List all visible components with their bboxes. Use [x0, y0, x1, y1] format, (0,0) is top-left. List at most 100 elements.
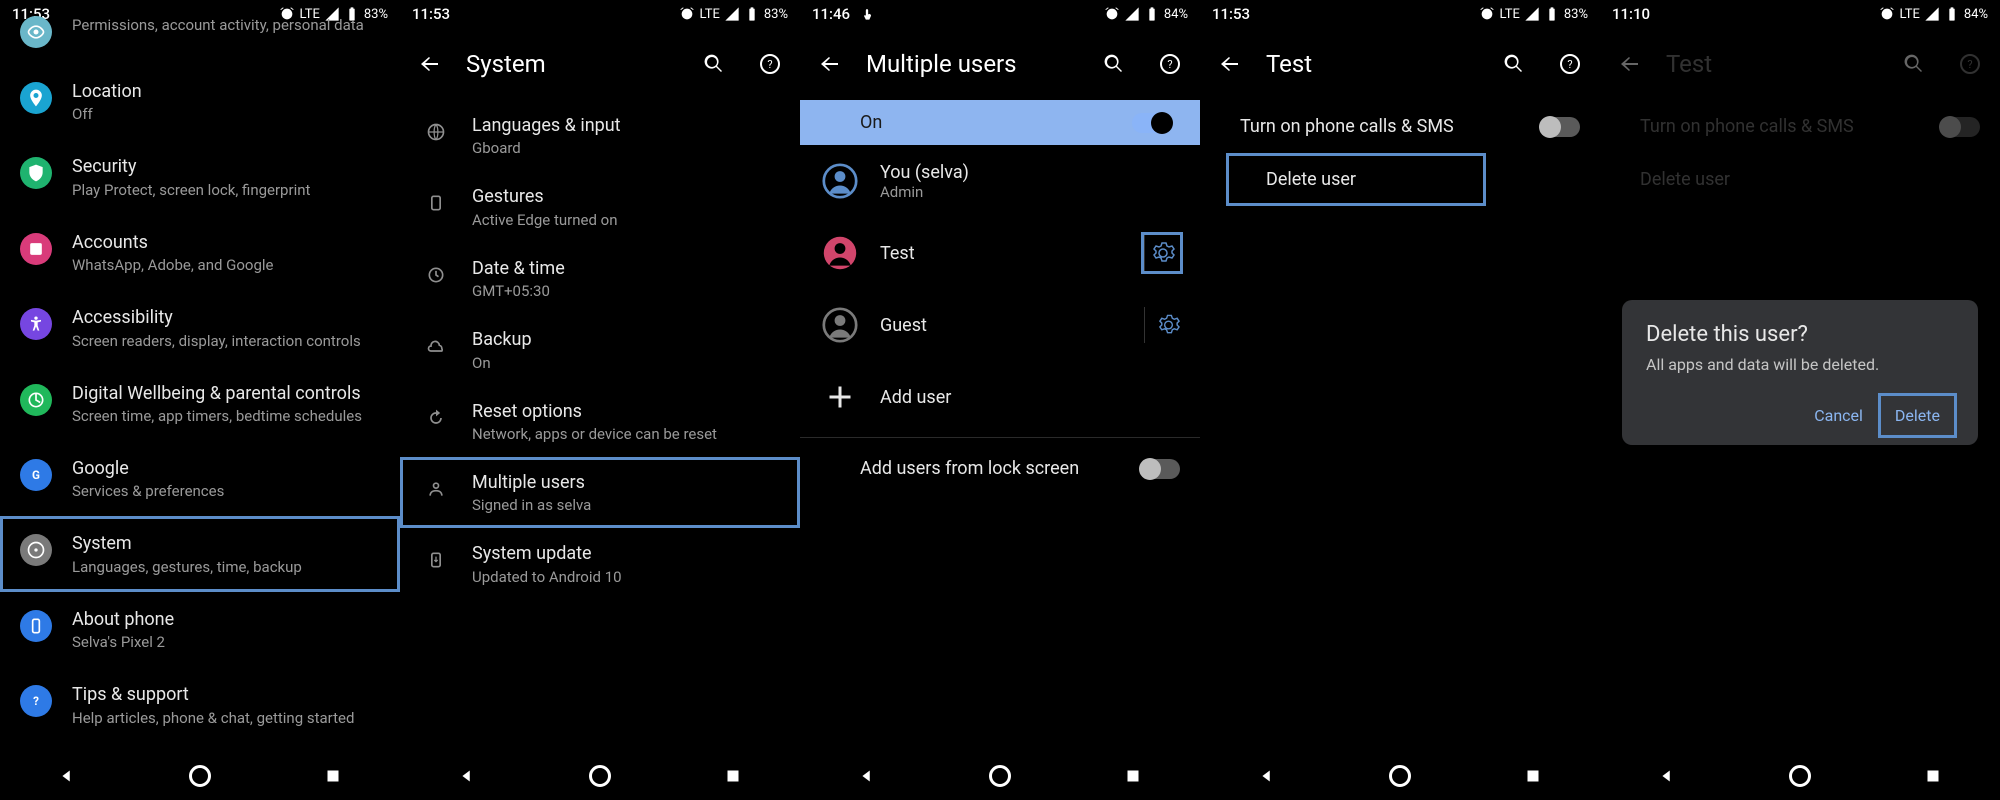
system-item-multiple-users[interactable]: Multiple usersSigned in as selva [400, 457, 800, 528]
nav-home-icon[interactable] [189, 765, 211, 787]
phone-sms-switch [1940, 117, 1980, 137]
settings-item-security[interactable]: SecurityPlay Protect, screen lock, finge… [0, 139, 400, 214]
users-content: On You (selva)Admin Test Guest Add user … [800, 100, 1200, 752]
screen-user-test: 11:53 LTE 83% Test ? Turn on phone calls… [1200, 0, 1600, 800]
search-button[interactable] [1094, 44, 1134, 84]
status-indicators: 84% [1104, 6, 1188, 22]
dialog-title: Delete this user? [1646, 322, 1954, 347]
battery-icon [1144, 6, 1160, 22]
nav-home-icon[interactable] [589, 765, 611, 787]
nav-recent-icon[interactable] [1122, 765, 1144, 787]
add-from-lock-toggle[interactable]: Add users from lock screen [800, 442, 1200, 495]
phone-icon [20, 610, 52, 642]
system-item-backup[interactable]: BackupOn [400, 314, 800, 385]
back-button[interactable] [810, 44, 850, 84]
nav-home-icon[interactable] [1389, 765, 1411, 787]
divider [800, 437, 1200, 438]
gestures-icon [420, 187, 452, 219]
nav-back-icon[interactable] [456, 765, 478, 787]
settings-item-accessibility[interactable]: AccessibilityScreen readers, display, in… [0, 290, 400, 365]
app-bar: Multiple users ? [800, 28, 1200, 100]
phone-sms-switch[interactable] [1540, 117, 1580, 137]
cancel-button[interactable]: Cancel [1800, 396, 1877, 435]
page-title: Test [1266, 50, 1478, 78]
settings-item-google[interactable]: G GoogleServices & preferences [0, 441, 400, 516]
nav-back-icon[interactable] [856, 765, 878, 787]
search-button[interactable] [694, 44, 734, 84]
screen-system: 11:53 LTE 83% System ? Languages & input… [400, 0, 800, 800]
battery-icon [1544, 6, 1560, 22]
phone-sms-toggle[interactable]: Turn on phone calls & SMS [1200, 100, 1600, 153]
user-settings-button[interactable] [1144, 307, 1180, 343]
nav-home-icon[interactable] [989, 765, 1011, 787]
help-button[interactable]: ? [750, 44, 790, 84]
system-item-datetime[interactable]: Date & timeGMT+05:30 [400, 243, 800, 314]
wellbeing-icon [20, 384, 52, 416]
nav-recent-icon[interactable] [1522, 765, 1544, 787]
nav-bar [1200, 752, 1600, 800]
user-item-guest[interactable]: Guest [800, 289, 1200, 361]
status-indicators: LTE 83% [1479, 6, 1588, 22]
nav-recent-icon[interactable] [322, 765, 344, 787]
svg-text:?: ? [1167, 58, 1172, 71]
system-list[interactable]: Languages & inputGboard GesturesActive E… [400, 100, 800, 752]
search-button[interactable] [1494, 44, 1534, 84]
screen-delete-dialog: 11:10 LTE 84% Test ? Turn on phone calls… [1600, 0, 2000, 800]
settings-item-accounts[interactable]: AccountsWhatsApp, Adobe, and Google [0, 215, 400, 290]
status-indicators: LTE 83% [679, 6, 788, 22]
settings-list[interactable]: Permissions, account activity, personal … [0, 0, 400, 752]
status-net: LTE [699, 7, 719, 22]
toggle-label: On [860, 112, 1132, 133]
lock-toggle-switch[interactable] [1140, 459, 1180, 479]
clock-icon [420, 259, 452, 291]
system-item-languages[interactable]: Languages & inputGboard [400, 100, 800, 171]
help-button[interactable]: ? [1950, 44, 1990, 84]
system-item-gestures[interactable]: GesturesActive Edge turned on [400, 171, 800, 242]
nav-recent-icon[interactable] [722, 765, 744, 787]
cloud-icon [420, 330, 452, 362]
multiple-users-toggle[interactable]: On [800, 100, 1200, 145]
back-button[interactable] [1210, 44, 1250, 84]
settings-item-about[interactable]: About phoneSelva's Pixel 2 [0, 592, 400, 667]
nav-home-icon[interactable] [1789, 765, 1811, 787]
nav-recent-icon[interactable] [1922, 765, 1944, 787]
delete-user-button[interactable]: Delete user [1226, 153, 1486, 206]
settings-item-tips[interactable]: ? Tips & supportHelp articles, phone & c… [0, 667, 400, 742]
touch-icon [860, 8, 874, 22]
settings-item-system[interactable]: SystemLanguages, gestures, time, backup [0, 516, 400, 591]
status-indicators: LTE 84% [1879, 6, 1988, 22]
svg-text:?: ? [1967, 58, 1972, 71]
phone-sms-toggle: Turn on phone calls & SMS [1600, 100, 2000, 153]
help-button[interactable]: ? [1550, 44, 1590, 84]
app-bar: System ? [400, 28, 800, 100]
signal-icon [1924, 6, 1940, 22]
search-button[interactable] [1894, 44, 1934, 84]
status-time: 11:53 [1212, 5, 1250, 23]
dialog-actions: Cancel Delete [1646, 396, 1954, 435]
nav-back-icon[interactable] [1256, 765, 1278, 787]
user-settings-button[interactable] [1144, 235, 1180, 271]
system-item-reset[interactable]: Reset optionsNetwork, apps or device can… [400, 386, 800, 457]
battery-icon [1944, 6, 1960, 22]
delete-button[interactable]: Delete [1881, 396, 1954, 435]
system-item-update[interactable]: System updateUpdated to Android 10 [400, 528, 800, 599]
item-text: Permissions, account activity, personal … [72, 14, 380, 34]
screen-settings: 11:53 LTE 83% Permissions, account activ… [0, 0, 400, 800]
status-battery: 84% [1164, 7, 1188, 22]
help-button[interactable]: ? [1150, 44, 1190, 84]
status-bar: 11:10 LTE 84% [1600, 0, 2000, 28]
back-button[interactable] [1610, 44, 1650, 84]
nav-back-icon[interactable] [56, 765, 78, 787]
toggle-switch[interactable] [1132, 113, 1172, 133]
back-button[interactable] [410, 44, 450, 84]
add-user-button[interactable]: Add user [800, 361, 1200, 433]
svg-text:?: ? [1567, 58, 1572, 71]
google-icon: G [20, 459, 52, 491]
settings-item-privacy[interactable]: Permissions, account activity, personal … [0, 0, 400, 64]
user-item-test[interactable]: Test [800, 217, 1200, 289]
nav-back-icon[interactable] [1656, 765, 1678, 787]
settings-item-wellbeing[interactable]: Digital Wellbeing & parental controlsScr… [0, 366, 400, 441]
settings-item-location[interactable]: LocationOff [0, 64, 400, 139]
status-time: 11:53 [412, 5, 450, 23]
user-item-you[interactable]: You (selva)Admin [800, 145, 1200, 217]
